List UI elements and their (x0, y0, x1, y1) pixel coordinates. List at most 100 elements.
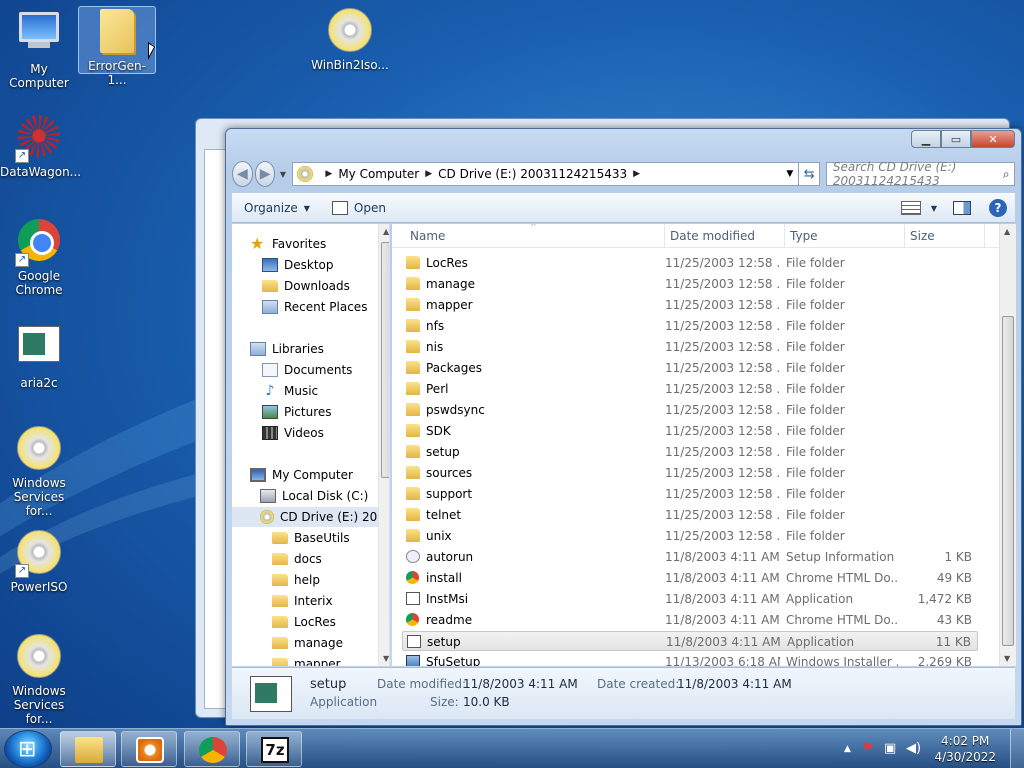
taskbar-7zip-button[interactable]: 7z (246, 731, 302, 767)
refresh-button[interactable]: ⇆ (799, 162, 820, 186)
table-row[interactable]: install 11/8/2003 4:11 AM Chrome HTML Do..… (402, 568, 978, 588)
table-row[interactable]: nfs 11/25/2003 12:58 ... File folder (402, 316, 978, 336)
table-row[interactable]: support 11/25/2003 12:58 ... File folder (402, 484, 978, 504)
recent-pages-dropdown[interactable]: ▼ (277, 170, 288, 179)
scroll-down-icon[interactable]: ▼ (1004, 654, 1010, 663)
action-center-icon[interactable]: ⚑ (862, 741, 874, 756)
nav-my-computer[interactable]: My Computer (250, 465, 353, 485)
network-icon[interactable]: ▣ (884, 741, 896, 756)
help-icon[interactable]: ? (989, 199, 1007, 217)
chevron-down-icon[interactable]: ▼ (931, 204, 937, 213)
breadcrumb-separator-icon[interactable]: ▶ (325, 169, 332, 179)
search-input[interactable]: Search CD Drive (E:) 20031124215433 ⌕ (825, 160, 1015, 188)
navigation-pane[interactable]: ★ Favorites Desktop Downloads Recent Plac… (232, 224, 390, 666)
close-button[interactable]: ✕ (971, 130, 1015, 148)
start-button[interactable] (4, 730, 52, 768)
nav-subfolder[interactable]: mapper (272, 654, 341, 666)
search-icon[interactable]: ⌕ (998, 167, 1014, 182)
table-row[interactable]: sources 11/25/2003 12:58 ... File folder (402, 463, 978, 483)
explorer-window[interactable]: ▁ ▭ ✕ ◀ ▶ ▼ ▶ My Computer ▶ CD Drive (E:… (225, 128, 1022, 726)
show-desktop-button[interactable] (1010, 729, 1024, 768)
change-view-icon[interactable] (900, 201, 921, 215)
table-row[interactable]: SfuSetup 11/13/2003 6:18 AM Windows Instal… (402, 652, 978, 666)
nav-videos[interactable]: Videos (262, 423, 324, 443)
column-date-modified[interactable]: Date modified (670, 229, 755, 243)
desktop-icon-winbin2iso[interactable]: WinBin2Iso... (311, 6, 389, 72)
nav-desktop[interactable]: Desktop (262, 255, 334, 275)
nav-subfolder[interactable]: Interix (272, 591, 333, 611)
table-row[interactable]: Packages 11/25/2003 12:58 ... File folder (402, 358, 978, 378)
minimize-button[interactable]: ▁ (911, 130, 941, 148)
maximize-button[interactable]: ▭ (941, 130, 971, 148)
nav-recent-places[interactable]: Recent Places (262, 297, 367, 317)
show-hidden-icons-icon[interactable]: ▲ (844, 744, 851, 754)
preview-pane-icon[interactable] (953, 201, 971, 215)
breadcrumb-separator-icon[interactable]: ▶ (633, 169, 640, 179)
table-row[interactable]: manage 11/25/2003 12:58 ... File folder (402, 274, 978, 294)
nav-scrollbar[interactable]: ▲ ▼ (378, 224, 389, 666)
column-size[interactable]: Size (910, 229, 935, 243)
nav-subfolder[interactable]: manage (272, 633, 343, 653)
taskbar-media-player-button[interactable] (121, 731, 177, 767)
scroll-up-icon[interactable]: ▲ (383, 227, 389, 236)
table-row[interactable]: SDK 11/25/2003 12:58 ... File folder (402, 421, 978, 441)
nav-label: Local Disk (C:) (282, 489, 369, 503)
clock[interactable]: 4:02 PM 4/30/2022 (934, 733, 996, 765)
nav-subfolder[interactable]: docs (272, 549, 322, 569)
table-row[interactable]: unix 11/25/2003 12:58 ... File folder (402, 526, 978, 546)
nav-local-disk[interactable]: Local Disk (C:) (260, 486, 368, 506)
scroll-down-icon[interactable]: ▼ (383, 654, 389, 663)
desktop-icon-aria2c[interactable]: aria2c (0, 320, 78, 390)
folder-icon (272, 574, 288, 586)
table-row[interactable]: pswdsync 11/25/2003 12:58 ... File folder (402, 400, 978, 420)
table-row[interactable]: nis 11/25/2003 12:58 ... File folder (402, 337, 978, 357)
desktop-icon-poweriso[interactable]: ↗ PowerISO (0, 528, 78, 594)
nav-cd-drive[interactable]: CD Drive (E:) 2003 (232, 507, 389, 527)
table-row[interactable]: Perl 11/25/2003 12:58 ... File folder (402, 379, 978, 399)
file-date-modified: 11/8/2003 4:11 AM (665, 592, 780, 606)
nav-documents[interactable]: Documents (262, 360, 352, 380)
back-button[interactable]: ◀ (232, 161, 253, 187)
nav-pictures[interactable]: Pictures (262, 402, 332, 422)
desktop-icon-my-computer[interactable]: My Computer (0, 6, 78, 90)
breadcrumb-cd-drive[interactable]: CD Drive (E:) 20031124215433 (438, 167, 627, 181)
desktop-icon-errorgen[interactable]: ErrorGen-1... (78, 6, 156, 87)
breadcrumb-my-computer[interactable]: My Computer (338, 167, 419, 181)
organize-button[interactable]: Organize ▼ (244, 201, 310, 215)
nav-subfolder[interactable]: BaseUtils (272, 528, 350, 548)
table-row[interactable]: setup 11/25/2003 12:58 ... File folder (402, 442, 978, 462)
taskbar-chrome-button[interactable] (184, 731, 240, 767)
scroll-thumb[interactable] (1002, 316, 1014, 646)
file-list[interactable]: Name ^ Date modified Type Size LocRes 11/… (392, 224, 1016, 666)
address-dropdown-icon[interactable]: ▼ (780, 169, 798, 179)
open-button[interactable]: Open (331, 201, 386, 215)
nav-subfolder[interactable]: help (272, 570, 320, 590)
table-row[interactable]: mapper 11/25/2003 12:58 ... File folder (402, 295, 978, 315)
volume-icon[interactable]: ◀) (906, 741, 921, 756)
column-name[interactable]: Name (410, 229, 445, 243)
desktop-icon-google-chrome[interactable]: ↗ Google Chrome (0, 216, 78, 297)
nav-favorites[interactable]: ★ Favorites (250, 234, 326, 254)
table-row[interactable]: telnet 11/25/2003 12:58 ... File folder (402, 505, 978, 525)
scroll-up-icon[interactable]: ▲ (1004, 227, 1010, 236)
desktop-icon-windows-services-1[interactable]: Windows Services for... (0, 424, 78, 518)
table-row[interactable]: LocRes 11/25/2003 12:58 ... File folder (402, 253, 978, 273)
desktop-icon-datawagon[interactable]: ↗ DataWagon... (0, 112, 81, 179)
table-row[interactable]: setup 11/8/2003 4:11 AM Application 11 KB (402, 631, 978, 651)
address-bar[interactable]: ▶ My Computer ▶ CD Drive (E:) 2003112421… (292, 162, 800, 186)
desktop-icon-windows-services-2[interactable]: Windows Services for... (0, 632, 78, 726)
breadcrumb-separator-icon[interactable]: ▶ (425, 169, 432, 179)
taskbar-explorer-button[interactable] (60, 731, 116, 767)
file-list-scrollbar[interactable]: ▲ ▼ (999, 224, 1016, 666)
column-type[interactable]: Type (790, 229, 818, 243)
table-row[interactable]: InstMsi 11/8/2003 4:11 AM Application 1,472… (402, 589, 978, 609)
nav-subfolder[interactable]: LocRes (272, 612, 336, 632)
folder-icon (272, 532, 288, 544)
nav-libraries[interactable]: Libraries (250, 339, 324, 359)
forward-button[interactable]: ▶ (254, 161, 276, 187)
nav-music[interactable]: ♪ Music (262, 381, 319, 401)
table-row[interactable]: readme 11/8/2003 4:11 AM Chrome HTML Do...… (402, 610, 978, 630)
nav-downloads[interactable]: Downloads (262, 276, 350, 296)
scroll-thumb[interactable] (381, 242, 389, 478)
table-row[interactable]: autorun 11/8/2003 4:11 AM Setup Informatio… (402, 547, 978, 567)
